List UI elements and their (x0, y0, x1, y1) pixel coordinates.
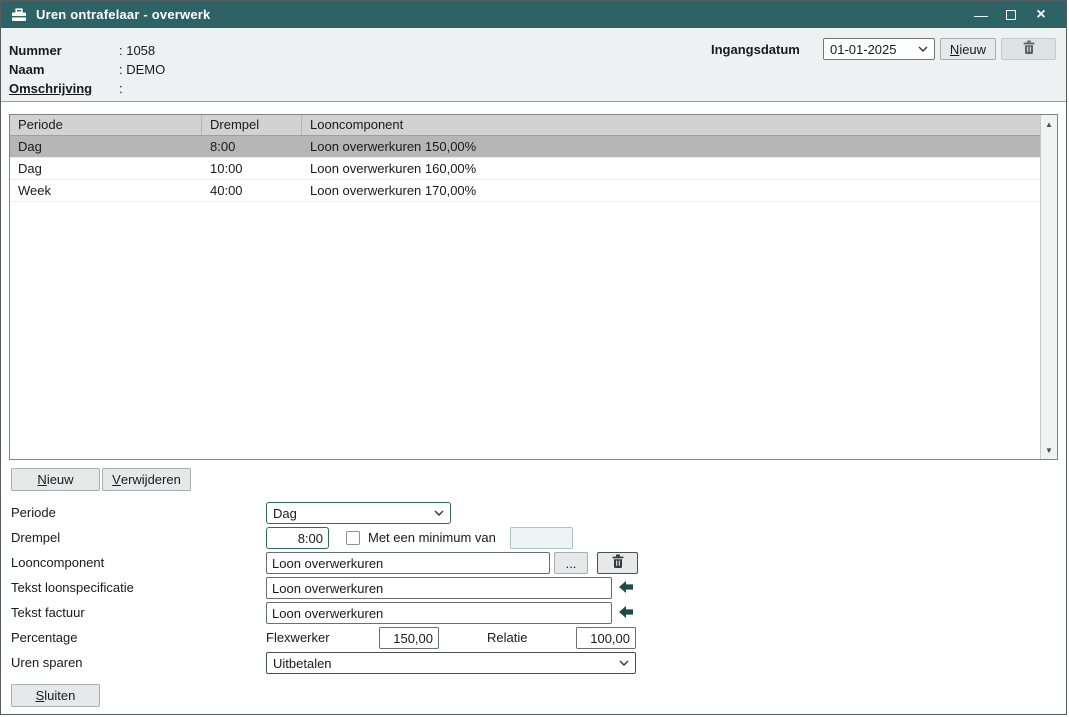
naam-label: Naam (9, 60, 119, 79)
flexwerker-label: Flexwerker (266, 627, 330, 649)
scroll-down-icon[interactable]: ▼ (1041, 442, 1057, 458)
header-row-nummer: Nummer: 1058 (9, 41, 155, 60)
ingangsdatum-label: Ingangsdatum (711, 42, 800, 57)
cell-looncomponent: Loon overwerkuren 160,00% (302, 158, 1040, 179)
window-controls: — × (966, 1, 1056, 28)
relatie-percentage-input[interactable] (576, 627, 636, 649)
sluiten-button[interactable]: Sluiten (11, 684, 100, 707)
table-header: Periode Drempel Looncomponent (10, 115, 1040, 136)
titlebar[interactable]: Uren ontrafelaar - overwerk — × (1, 1, 1066, 28)
table-row[interactable]: Dag 8:00 Loon overwerkuren 150,00% (10, 136, 1040, 158)
close-button[interactable]: × (1026, 1, 1056, 28)
drempel-input[interactable] (266, 527, 329, 549)
chevron-down-icon (434, 510, 444, 516)
nummer-label: Nummer (9, 41, 119, 60)
periode-label: Periode (11, 502, 56, 524)
maximize-button[interactable] (996, 1, 1026, 28)
looncomponent-delete-button[interactable] (597, 552, 638, 574)
table-row[interactable]: Dag 10:00 Loon overwerkuren 160,00% (10, 158, 1040, 180)
window-title: Uren ontrafelaar - overwerk (36, 7, 210, 22)
minimize-button[interactable]: — (966, 1, 996, 28)
column-header-looncomponent[interactable]: Looncomponent (302, 115, 1040, 135)
looncomponent-browse-button[interactable]: ... (554, 552, 588, 574)
perioden-table: Periode Drempel Looncomponent Dag 8:00 L… (9, 114, 1058, 460)
omschrijving-label: Omschrijving (9, 79, 119, 98)
tekst-factuur-input[interactable] (266, 602, 612, 624)
trash-icon (1022, 40, 1036, 58)
verwijderen-button[interactable]: Verwijderen (102, 468, 191, 491)
app-icon (11, 8, 27, 22)
chevron-down-icon (918, 46, 928, 52)
omschrijving-value: : (119, 81, 123, 96)
table-inner: Periode Drempel Looncomponent Dag 8:00 L… (10, 115, 1040, 459)
percentage-label: Percentage (11, 627, 78, 649)
periode-select[interactable]: Dag (266, 502, 451, 524)
minimum-input[interactable] (510, 527, 573, 549)
tekst-loonspecificatie-input[interactable] (266, 577, 612, 599)
header-delete-button[interactable] (1001, 38, 1056, 60)
dialog-window: Uren ontrafelaar - overwerk — × Nummer: … (0, 0, 1067, 715)
cell-periode: Dag (10, 158, 202, 179)
ingangsdatum-combobox[interactable]: 01-01-2025 (823, 38, 935, 60)
minimum-checkbox-label: Met een minimum van (368, 527, 496, 549)
tekst-loonspecificatie-copy-button[interactable] (615, 577, 637, 599)
ingangsdatum-value: 01-01-2025 (830, 42, 914, 57)
nieuw-button[interactable]: Nieuw (11, 468, 100, 491)
header-nieuw-button[interactable]: Nieuw (940, 38, 996, 60)
vertical-scrollbar[interactable]: ▲ ▼ (1040, 115, 1057, 459)
tekst-factuur-label: Tekst factuur (11, 602, 85, 624)
looncomponent-label: Looncomponent (11, 552, 104, 574)
naam-value: : DEMO (119, 62, 165, 77)
cell-looncomponent: Loon overwerkuren 150,00% (302, 136, 1040, 157)
cell-looncomponent: Loon overwerkuren 170,00% (302, 180, 1040, 201)
column-header-periode[interactable]: Periode (10, 115, 202, 135)
flexwerker-percentage-input[interactable] (379, 627, 439, 649)
cell-drempel: 8:00 (202, 136, 302, 157)
periode-value: Dag (273, 506, 430, 521)
header-panel: Nummer: 1058 Naam: DEMO Omschrijving: In… (1, 28, 1066, 102)
nummer-value: : 1058 (119, 43, 155, 58)
looncomponent-input[interactable] (266, 552, 550, 574)
uren-sparen-select[interactable]: Uitbetalen (266, 652, 636, 674)
cell-periode: Week (10, 180, 202, 201)
table-row[interactable]: Week 40:00 Loon overwerkuren 170,00% (10, 180, 1040, 202)
drempel-label: Drempel (11, 527, 60, 549)
scroll-up-icon[interactable]: ▲ (1041, 116, 1057, 132)
trash-icon (611, 554, 625, 572)
tekst-factuur-copy-button[interactable] (615, 602, 637, 624)
column-header-drempel[interactable]: Drempel (202, 115, 302, 135)
header-row-omschrijving: Omschrijving: (9, 79, 123, 98)
uren-sparen-label: Uren sparen (11, 652, 83, 674)
maximize-icon (1006, 10, 1016, 20)
header-row-naam: Naam: DEMO (9, 60, 165, 79)
relatie-label: Relatie (487, 627, 527, 649)
cell-periode: Dag (10, 136, 202, 157)
arrow-left-icon (618, 605, 634, 622)
cell-drempel: 10:00 (202, 158, 302, 179)
cell-drempel: 40:00 (202, 180, 302, 201)
tekst-loonspecificatie-label: Tekst loonspecificatie (11, 577, 134, 599)
minimum-checkbox[interactable] (346, 531, 360, 545)
chevron-down-icon (619, 660, 629, 666)
arrow-left-icon (618, 580, 634, 597)
uren-sparen-value: Uitbetalen (273, 656, 615, 671)
ellipsis-label: ... (566, 556, 577, 571)
